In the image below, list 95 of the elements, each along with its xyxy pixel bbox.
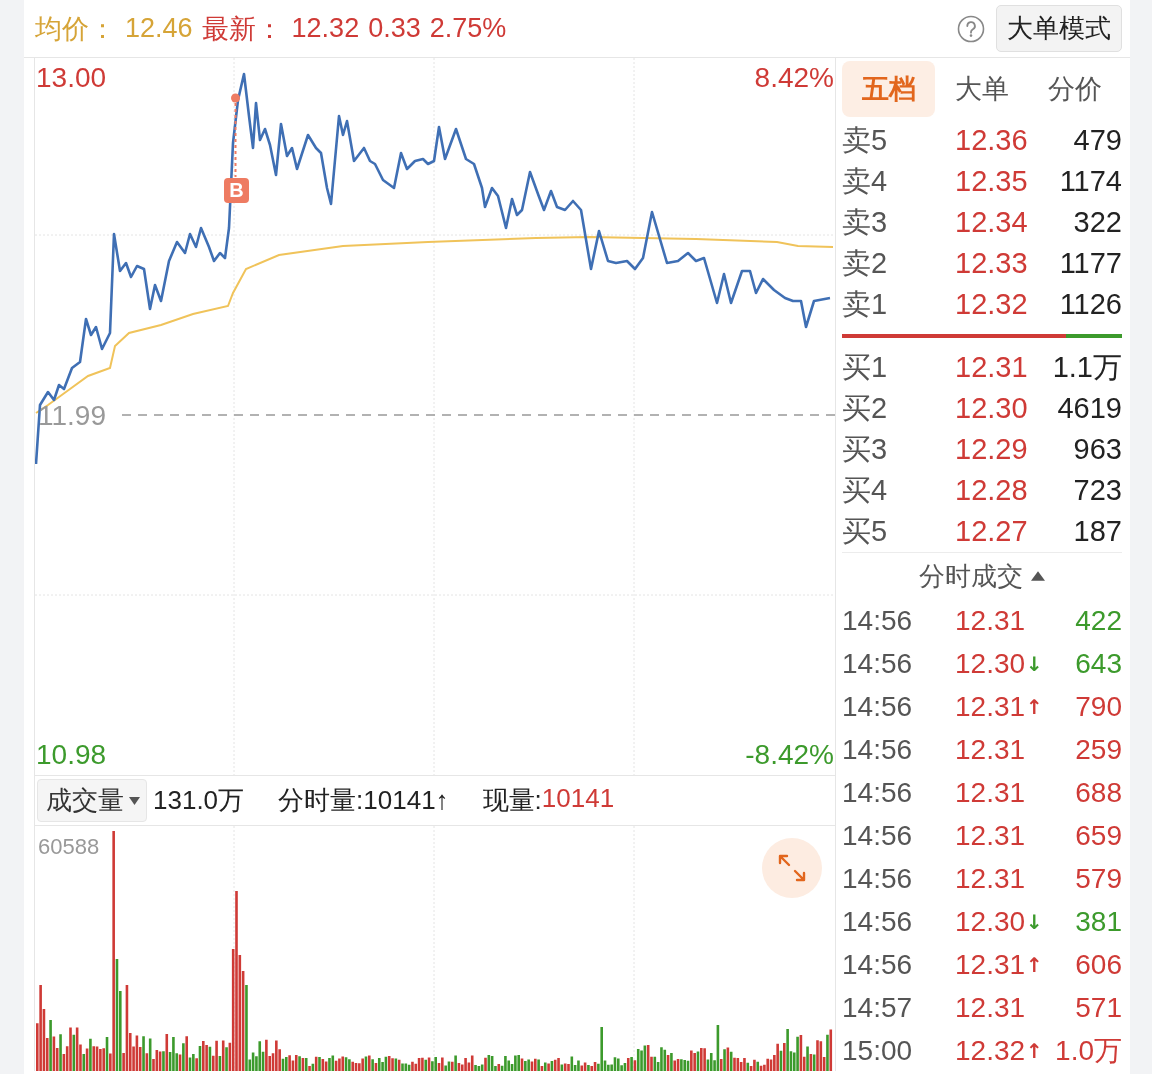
- order-price: 12.34: [955, 206, 1029, 239]
- axis-max-price: 13.00: [36, 62, 107, 94]
- axis-min-percent: -8.42%: [745, 739, 834, 771]
- order-level-label: 卖1: [842, 286, 889, 322]
- price-direction-arrow: ↓: [1026, 909, 1043, 934]
- order-volume: 479: [1072, 124, 1122, 157]
- interval-volume: 分时量:10141↑: [278, 784, 449, 817]
- price-direction-arrow: ↓: [1026, 651, 1043, 676]
- trade-time: 14:56: [842, 905, 914, 938]
- trade-volume: 606: [1074, 948, 1122, 981]
- order-price: 12.27: [955, 515, 1029, 548]
- order-level-label: 买5: [842, 513, 889, 549]
- current-volume-value: 10141: [541, 783, 615, 815]
- trade-price: 12.30: [955, 647, 1026, 680]
- trade-price: 12.31: [955, 690, 1026, 723]
- trade-volume: 259: [1074, 733, 1122, 766]
- trade-volume: 688: [1074, 776, 1122, 809]
- order-price: 12.30: [955, 392, 1029, 425]
- caret-down-icon: [129, 796, 140, 805]
- expand-button[interactable]: [762, 838, 822, 898]
- trade-price: 12.31: [955, 819, 1026, 852]
- trade-time: 14:56: [842, 690, 914, 723]
- tab[interactable]: 分价: [1028, 61, 1122, 117]
- order-volume: 4619: [1056, 392, 1122, 425]
- order-volume: 322: [1072, 206, 1122, 239]
- order-price: 12.33: [955, 247, 1029, 280]
- order-level-label: 买3: [842, 431, 889, 467]
- latest-price-label: 最新：: [201, 12, 283, 46]
- previous-close-price: 11.99: [38, 400, 106, 432]
- order-volume: 1177: [1058, 247, 1122, 280]
- average-price-value: 12.46: [125, 13, 193, 44]
- price-change-percent: 2.75%: [429, 13, 507, 44]
- help-icon[interactable]: [957, 14, 985, 43]
- price-direction-arrow: ↑: [1026, 952, 1043, 977]
- caret-up-icon[interactable]: [1031, 571, 1045, 581]
- order-level-label: 买1: [842, 349, 889, 385]
- order-volume: 187: [1072, 515, 1122, 548]
- tab[interactable]: 大单: [935, 61, 1029, 117]
- order-level-label: 买2: [842, 390, 889, 426]
- order-volume: 1126: [1058, 288, 1122, 321]
- indicator-dropdown[interactable]: 成交量: [37, 779, 147, 822]
- trade-volume: 790: [1074, 690, 1122, 723]
- order-price: 12.32: [955, 288, 1029, 321]
- marker-dot-icon: [231, 93, 240, 103]
- trade-volume: 1.0万: [1054, 1033, 1122, 1068]
- price-change: 0.33: [368, 13, 421, 44]
- order-level-label: 卖5: [842, 122, 889, 158]
- order-price: 12.28: [955, 474, 1029, 507]
- axis-max-volume: 60588: [38, 834, 100, 860]
- trade-price: 12.31: [955, 862, 1026, 895]
- trade-volume: 643: [1074, 647, 1122, 680]
- trade-time: 14:56: [842, 819, 914, 852]
- latest-price-value: 12.32: [291, 13, 360, 44]
- trade-volume: 381: [1074, 905, 1122, 938]
- axis-min-price: 10.98: [36, 739, 107, 771]
- trade-volume: 659: [1074, 819, 1122, 852]
- trade-price: 12.31: [955, 776, 1026, 809]
- order-level-label: 卖4: [842, 163, 889, 199]
- order-level-label: 卖2: [842, 245, 889, 281]
- total-volume: 131.0万: [153, 784, 245, 817]
- order-volume: 723: [1072, 474, 1122, 507]
- trade-time: 14:56: [842, 733, 914, 766]
- trade-price: 12.31: [955, 604, 1026, 637]
- order-price: 12.36: [955, 124, 1029, 157]
- order-volume: 1.1万: [1051, 349, 1122, 385]
- trades-title[interactable]: 分时成交: [919, 558, 1023, 594]
- order-volume: 1174: [1058, 165, 1122, 198]
- axis-max-percent: 8.42%: [754, 62, 834, 94]
- trade-time: 14:56: [842, 647, 914, 680]
- trade-time: 14:56: [842, 776, 914, 809]
- trade-time: 14:56: [842, 948, 914, 981]
- trade-time: 14:57: [842, 991, 914, 1024]
- trade-price: 12.32: [955, 1034, 1026, 1067]
- order-level-label: 卖3: [842, 204, 889, 240]
- large-order-mode-button[interactable]: 大单模式: [996, 5, 1122, 52]
- order-price: 12.35: [955, 165, 1029, 198]
- trade-price: 12.31: [955, 733, 1026, 766]
- trade-volume: 422: [1074, 604, 1122, 637]
- trade-price: 12.31: [955, 948, 1026, 981]
- order-level-label: 买4: [842, 472, 889, 508]
- trade-time: 14:56: [842, 604, 914, 637]
- current-volume-label: 现量:: [482, 784, 542, 817]
- price-direction-arrow: ↑: [1026, 694, 1043, 719]
- order-price: 12.31: [955, 351, 1029, 384]
- trade-price: 12.30: [955, 905, 1026, 938]
- trade-volume: 571: [1074, 991, 1122, 1024]
- order-volume: 963: [1072, 433, 1122, 466]
- trade-time: 14:56: [842, 862, 914, 895]
- trade-time: 15:00: [842, 1034, 914, 1067]
- trade-volume: 579: [1074, 862, 1122, 895]
- average-price-label: 均价：: [35, 12, 116, 46]
- trade-price: 12.31: [955, 991, 1026, 1024]
- price-direction-arrow: ↑: [1026, 1038, 1043, 1063]
- expand-icon: [777, 853, 807, 883]
- order-price: 12.29: [955, 433, 1029, 466]
